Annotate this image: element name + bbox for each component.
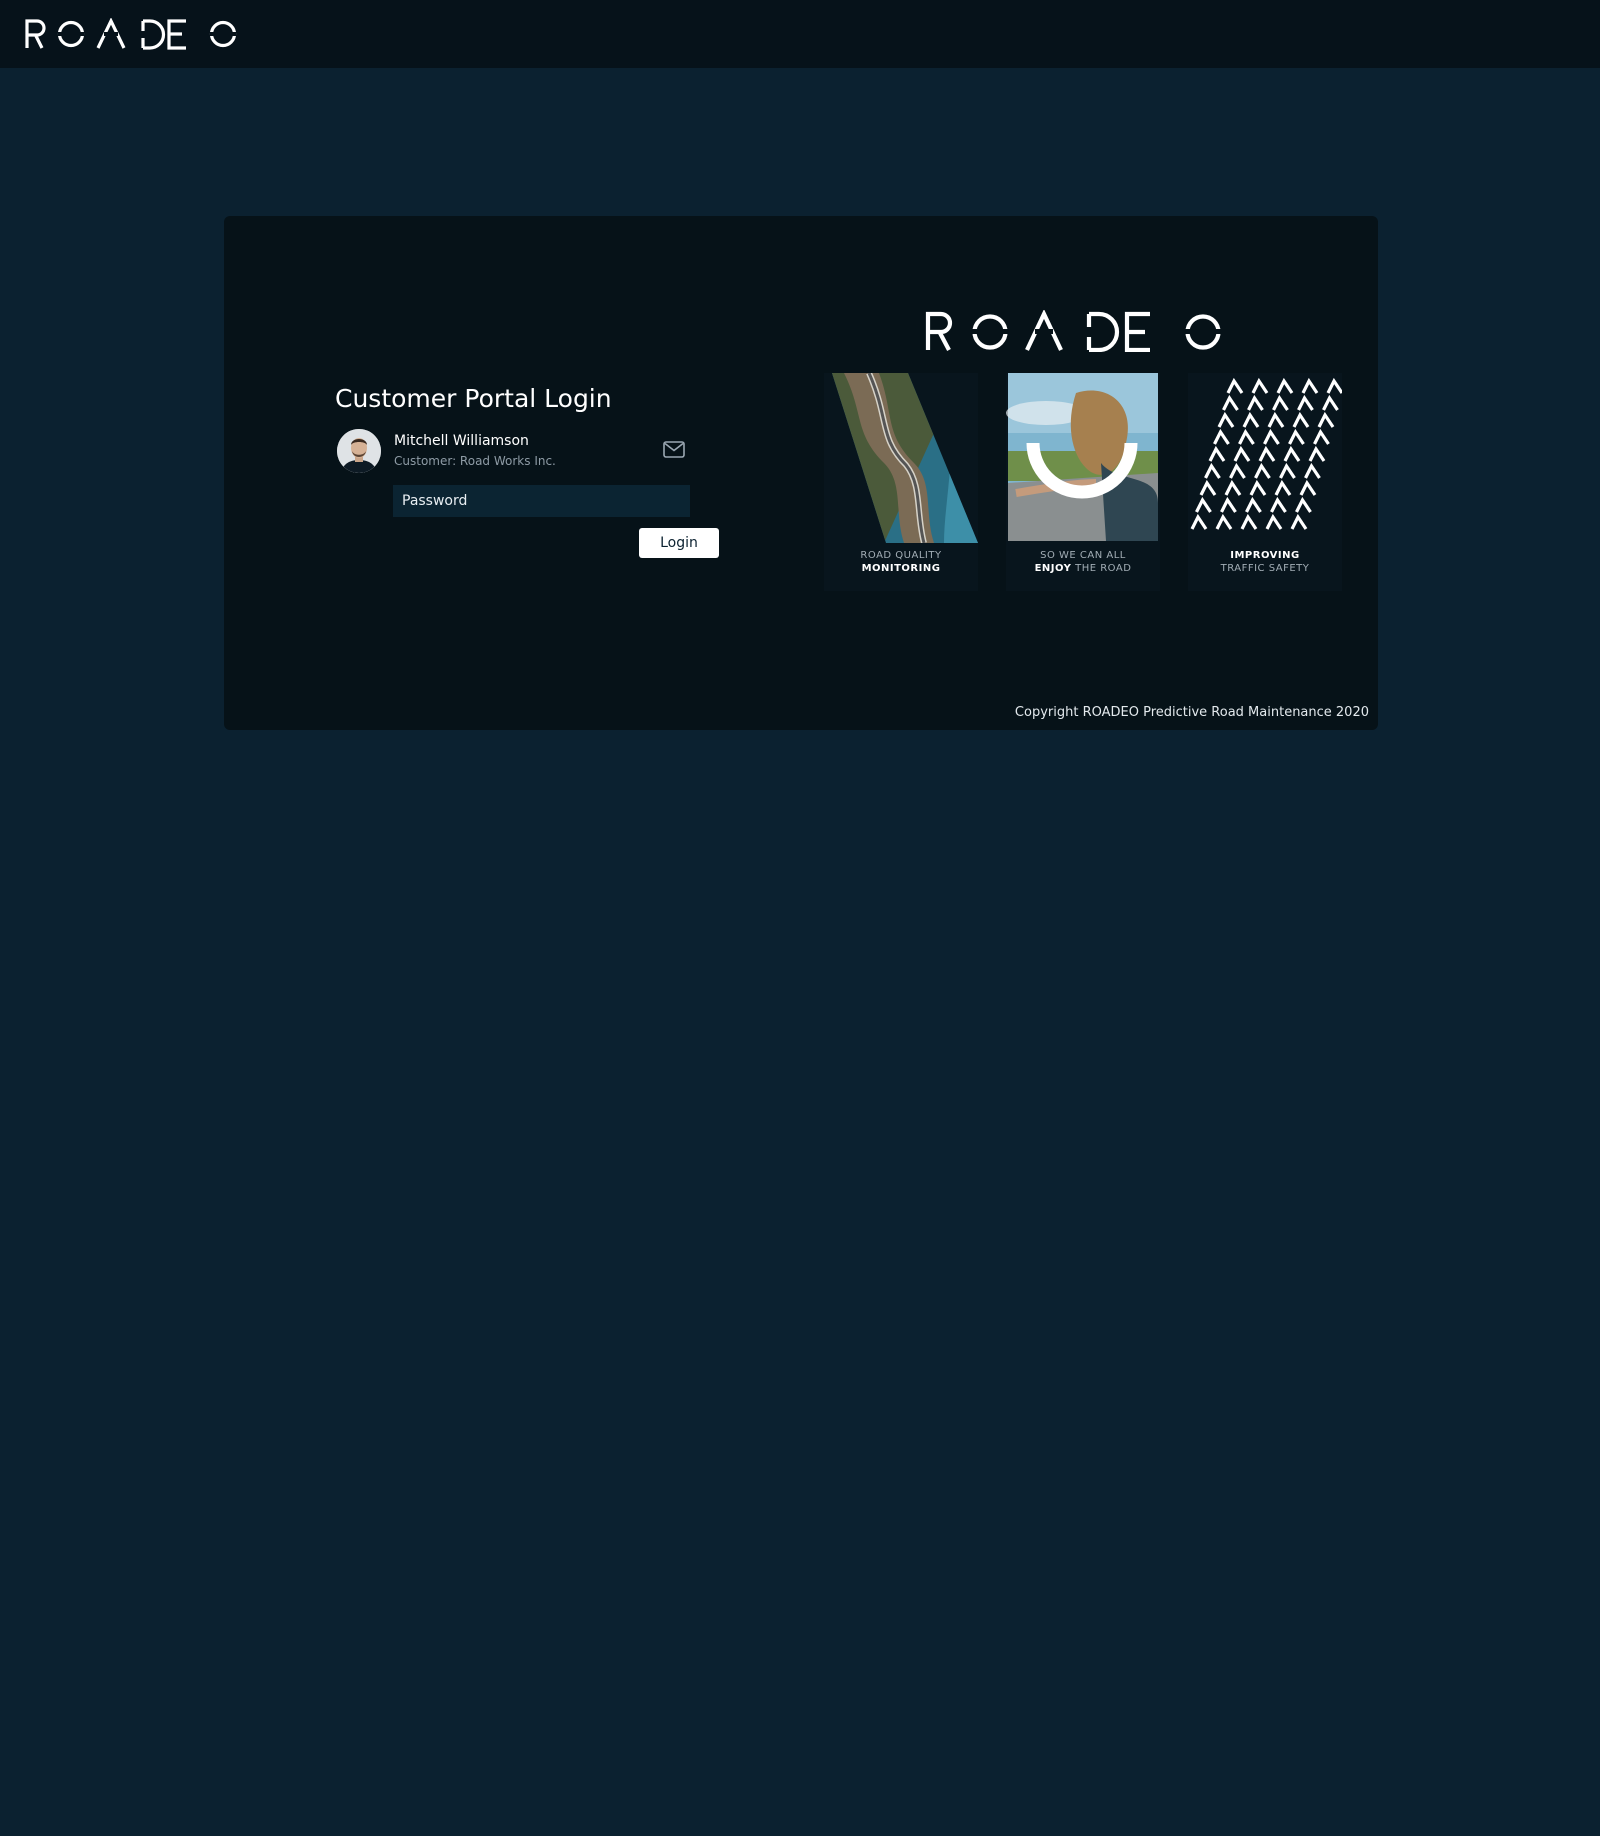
chevron-shape <box>1272 394 1289 411</box>
chevron-shape <box>1190 513 1208 530</box>
chevron-shape <box>1247 394 1264 411</box>
user-portrait-icon <box>337 429 381 473</box>
chevron-shape <box>1292 411 1310 428</box>
chevron-shape <box>1238 428 1255 445</box>
copyright-text: Copyright ROADEO Predictive Road Mainten… <box>1014 705 1369 720</box>
chevron-shape <box>1276 377 1294 394</box>
chevron-shape <box>1274 479 1292 496</box>
chevron-shape <box>1199 479 1217 496</box>
chevron-shape <box>1290 513 1308 530</box>
roadeo-brand-logo <box>925 310 1221 352</box>
chevron-shape <box>1299 479 1317 496</box>
chevron-shape <box>1208 445 1226 462</box>
chevron-shape <box>1249 479 1267 496</box>
chevron-shape <box>1215 513 1233 530</box>
chevron-shape <box>1220 496 1237 513</box>
mail-icon[interactable] <box>663 441 685 458</box>
chevron-shape <box>1254 462 1271 479</box>
chevron-shape <box>1301 377 1319 394</box>
chevron-shape <box>1283 445 1301 462</box>
chevron-shape <box>1326 377 1342 394</box>
chevron-shape <box>1226 377 1244 394</box>
login-button[interactable]: Login <box>639 528 719 558</box>
user-name: Mitchell Williamson <box>394 433 529 449</box>
chevron-shape <box>1233 445 1251 462</box>
feature-card-road-quality: ROAD QUALITY MONITORING <box>824 373 978 591</box>
top-bar <box>0 0 1600 68</box>
password-input[interactable] <box>393 485 690 517</box>
chevron-shape <box>1195 496 1212 513</box>
chevron-shape <box>1265 513 1283 530</box>
user-organization: Customer: Road Works Inc. <box>394 454 556 468</box>
card-caption-enjoy-road: SO WE CAN ALL ENJOY THE ROAD <box>1034 550 1132 574</box>
feature-card-traffic-safety: IMPROVING TRAFFIC SAFETY <box>1188 373 1342 591</box>
chevron-shape <box>1245 496 1262 513</box>
avatar <box>337 429 381 473</box>
login-panel: Customer Portal Login Mitchell Williamso… <box>224 216 1378 730</box>
roadeo-logo[interactable] <box>24 18 240 50</box>
chevron-shape <box>1263 428 1280 445</box>
chevron-shape <box>1222 394 1239 411</box>
chevron-shape <box>1279 462 1296 479</box>
chevron-shape <box>1204 462 1221 479</box>
card-caption-road-quality: ROAD QUALITY MONITORING <box>860 550 942 574</box>
chevron-shape <box>1297 394 1314 411</box>
chevron-pattern <box>1190 377 1342 530</box>
chevron-shape <box>1295 496 1312 513</box>
feature-card-enjoy-road: SO WE CAN ALL ENJOY THE ROAD <box>1006 373 1160 591</box>
chevron-shape <box>1317 411 1335 428</box>
chevron-shape <box>1322 394 1339 411</box>
card-caption-traffic-safety: IMPROVING TRAFFIC SAFETY <box>1220 550 1310 574</box>
chevron-shape <box>1229 462 1246 479</box>
chevron-shape <box>1258 445 1276 462</box>
chevron-shape <box>1213 428 1230 445</box>
chevron-shape <box>1288 428 1305 445</box>
chevron-shape <box>1267 411 1285 428</box>
car-window-photo <box>1006 373 1158 541</box>
chevron-shape <box>1224 479 1242 496</box>
chevron-shape <box>1217 411 1235 428</box>
chevron-shape <box>1313 428 1330 445</box>
chevron-shape <box>1270 496 1287 513</box>
chevron-shape <box>1308 445 1326 462</box>
chevron-shape <box>1304 462 1321 479</box>
coastal-road-photo <box>832 373 978 543</box>
chevron-shape <box>1251 377 1269 394</box>
chevron-shape <box>1240 513 1258 530</box>
chevron-shape <box>1242 411 1260 428</box>
page-title: Customer Portal Login <box>335 384 612 413</box>
